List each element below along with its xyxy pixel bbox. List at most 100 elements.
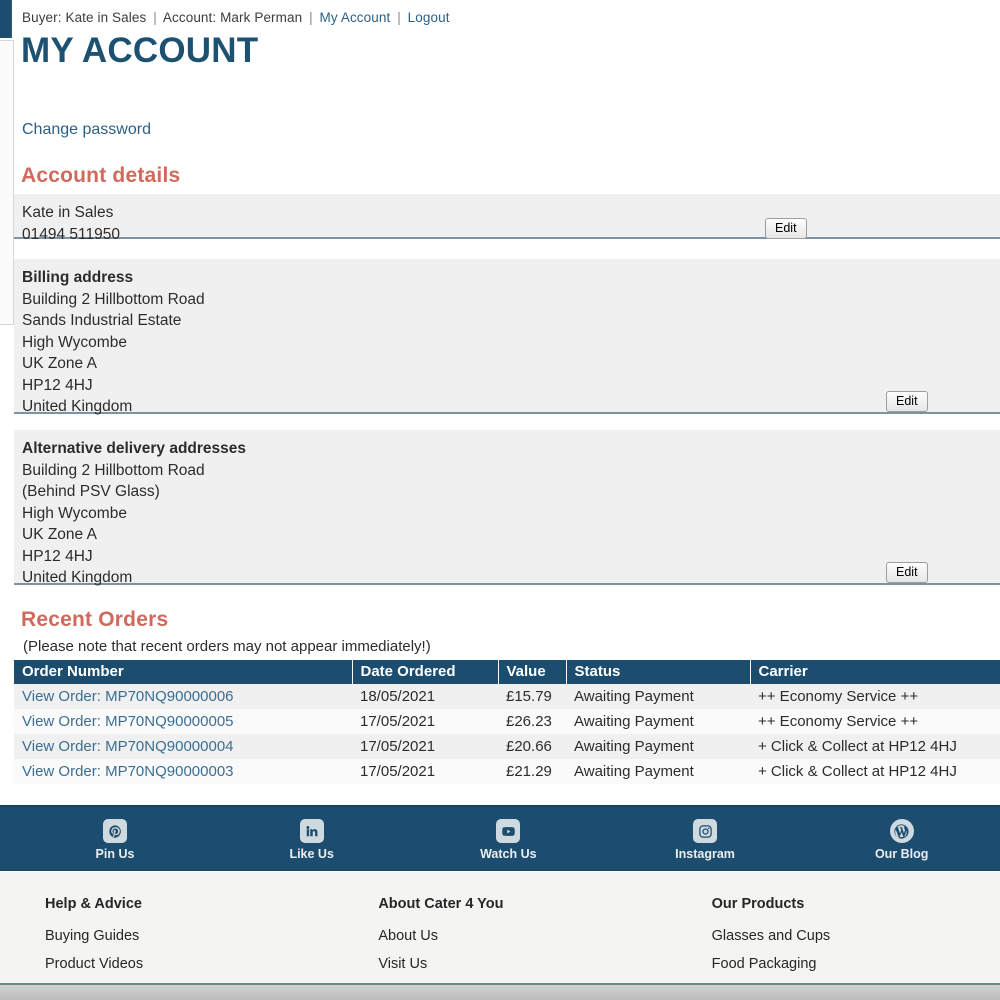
table-row: View Order: MP70NQ90000003 17/05/2021 £2… (14, 759, 1000, 784)
carrier-cell: ++ Economy Service ++ (750, 709, 1000, 734)
footer-link[interactable]: Product Videos (45, 956, 333, 972)
date-ordered-cell: 17/05/2021 (352, 759, 498, 784)
billing-line: UK Zone A (22, 355, 97, 372)
value-cell: £26.23 (498, 709, 566, 734)
edit-billing-address-button[interactable]: Edit (886, 391, 928, 412)
contact-details-panel: Kate in Sales 01494 511950 (14, 194, 1000, 243)
billing-line: Sands Industrial Estate (22, 312, 182, 329)
value-cell: £21.29 (498, 759, 566, 784)
billing-line: High Wycombe (22, 333, 127, 351)
carrier-cell: ++ Economy Service ++ (750, 684, 1000, 709)
buyer-label: Buyer: Kate in Sales (22, 10, 147, 25)
footer-link[interactable]: Food Packaging (712, 956, 1000, 972)
order-number-cell[interactable]: View Order: MP70NQ90000006 (14, 684, 352, 709)
my-account-link[interactable]: My Account (320, 10, 391, 25)
view-order-link[interactable]: View Order: MP70NQ90000005 (22, 713, 234, 730)
view-order-link[interactable]: View Order: MP70NQ90000006 (22, 688, 234, 705)
status-cell: Awaiting Payment (566, 684, 750, 709)
contact-phone: 01494 511950 (22, 225, 120, 243)
column-header-date-ordered[interactable]: Date Ordered (352, 660, 499, 684)
column-header-value[interactable]: Value (498, 660, 567, 684)
pinterest-icon (103, 819, 127, 843)
order-number-cell[interactable]: View Order: MP70NQ90000005 (14, 709, 352, 734)
delivery-line: United Kingdom (22, 569, 133, 586)
social-link-wordpress[interactable]: Our Blog (803, 819, 1000, 861)
wordpress-icon (889, 819, 914, 843)
footer-column-help-advice: Help & Advice Buying Guides Product Vide… (0, 872, 333, 983)
delivery-line: High Wycombe (22, 504, 127, 522)
carrier-cell: + Click & Collect at HP12 4HJ (750, 759, 1000, 784)
bottom-strip (0, 985, 1000, 1000)
view-order-link[interactable]: View Order: MP70NQ90000004 (22, 738, 234, 755)
bar-separator-3: | (397, 10, 401, 25)
value-cell: £15.79 (498, 684, 566, 709)
account-details-heading: Account details (21, 164, 181, 187)
account-bar: Buyer: Kate in Sales | Account: Mark Per… (22, 10, 450, 25)
my-account-page: Buyer: Kate in Sales | Account: Mark Per… (0, 0, 1000, 1000)
social-label: Like Us (289, 847, 334, 861)
edit-delivery-address-button[interactable]: Edit (886, 562, 928, 583)
page-title: MY ACCOUNT (21, 31, 259, 70)
delivery-line: UK Zone A (22, 526, 97, 543)
order-number-cell[interactable]: View Order: MP70NQ90000004 (14, 734, 352, 759)
recent-orders-note: (Please note that recent orders may not … (23, 638, 431, 655)
column-header-status[interactable]: Status (566, 660, 751, 684)
social-link-linkedin[interactable]: Like Us (213, 819, 410, 861)
footer-link[interactable]: Visit Us (378, 956, 666, 972)
left-rail-panel (0, 40, 14, 325)
footer-column-title: About Cater 4 You (378, 896, 504, 912)
billing-line: United Kingdom (22, 398, 133, 415)
delivery-line: (Behind PSV Glass) (22, 483, 160, 500)
delivery-address-panel: Alternative delivery addresses Building … (14, 430, 1000, 586)
table-row: View Order: MP70NQ90000004 17/05/2021 £2… (14, 734, 1000, 759)
table-row: View Order: MP70NQ90000005 17/05/2021 £2… (14, 709, 1000, 734)
billing-line: Building 2 Hillbottom Road (22, 290, 205, 308)
order-number-cell[interactable]: View Order: MP70NQ90000003 (14, 759, 352, 784)
social-label: Pin Us (95, 847, 135, 861)
delivery-address-title: Alternative delivery addresses (22, 440, 247, 457)
view-order-link[interactable]: View Order: MP70NQ90000003 (22, 763, 234, 780)
social-link-youtube[interactable]: Watch Us (410, 819, 607, 861)
status-cell: Awaiting Payment (566, 759, 750, 784)
bar-separator-2: | (309, 10, 313, 25)
linkedin-icon (299, 819, 324, 843)
date-ordered-cell: 18/05/2021 (352, 684, 498, 709)
footer-column-about: About Cater 4 You About Us Visit Us (333, 872, 666, 983)
social-label: Instagram (675, 847, 735, 861)
change-password-link[interactable]: Change password (22, 121, 151, 139)
contact-name: Kate in Sales (22, 204, 114, 221)
carrier-cell: + Click & Collect at HP12 4HJ (750, 734, 1000, 759)
left-rail-navy-block (0, 0, 12, 38)
table-row: View Order: MP70NQ90000006 18/05/2021 £1… (14, 684, 1000, 709)
footer-column-our-products: Our Products Glasses and Cups Food Packa… (667, 872, 1000, 983)
social-link-instagram[interactable]: Instagram (607, 819, 804, 861)
social-footer-bar: w Us Pin Us Like Us Watch Us (0, 805, 1000, 871)
status-cell: Awaiting Payment (566, 734, 750, 759)
footer-link[interactable]: Buying Guides (45, 928, 333, 944)
billing-address-panel: Billing address Building 2 Hillbottom Ro… (14, 259, 1000, 415)
footer-link[interactable]: Glasses and Cups (712, 928, 1000, 944)
footer-link[interactable]: About Us (378, 928, 666, 944)
recent-orders-heading: Recent Orders (21, 608, 169, 631)
date-ordered-cell: 17/05/2021 (352, 734, 498, 759)
delivery-line: Building 2 Hillbottom Road (22, 461, 205, 479)
edit-contact-button[interactable]: Edit (765, 218, 807, 239)
footer-column-title: Our Products (711, 896, 805, 912)
column-header-order-number[interactable]: Order Number (14, 660, 353, 684)
social-link-pinterest[interactable]: Pin Us (17, 819, 214, 861)
instagram-icon (693, 819, 718, 843)
billing-address-title: Billing address (22, 269, 134, 286)
billing-line: HP12 4HJ (22, 376, 93, 394)
logout-link[interactable]: Logout (408, 10, 450, 25)
social-link-twitter[interactable]: w Us (0, 819, 17, 861)
status-cell: Awaiting Payment (566, 709, 750, 734)
footer-column-title: Help & Advice (45, 896, 142, 912)
recent-orders-table: Order Number Date Ordered Value Status C… (14, 660, 1000, 784)
youtube-icon (496, 819, 521, 843)
social-label: Our Blog (874, 847, 929, 861)
column-header-carrier[interactable]: Carrier (750, 660, 1000, 684)
footer-link-columns: Help & Advice Buying Guides Product Vide… (0, 872, 1000, 985)
social-label: Watch Us (480, 847, 537, 861)
account-label: Account: Mark Perman (162, 10, 303, 25)
bar-separator-1: | (153, 10, 157, 25)
